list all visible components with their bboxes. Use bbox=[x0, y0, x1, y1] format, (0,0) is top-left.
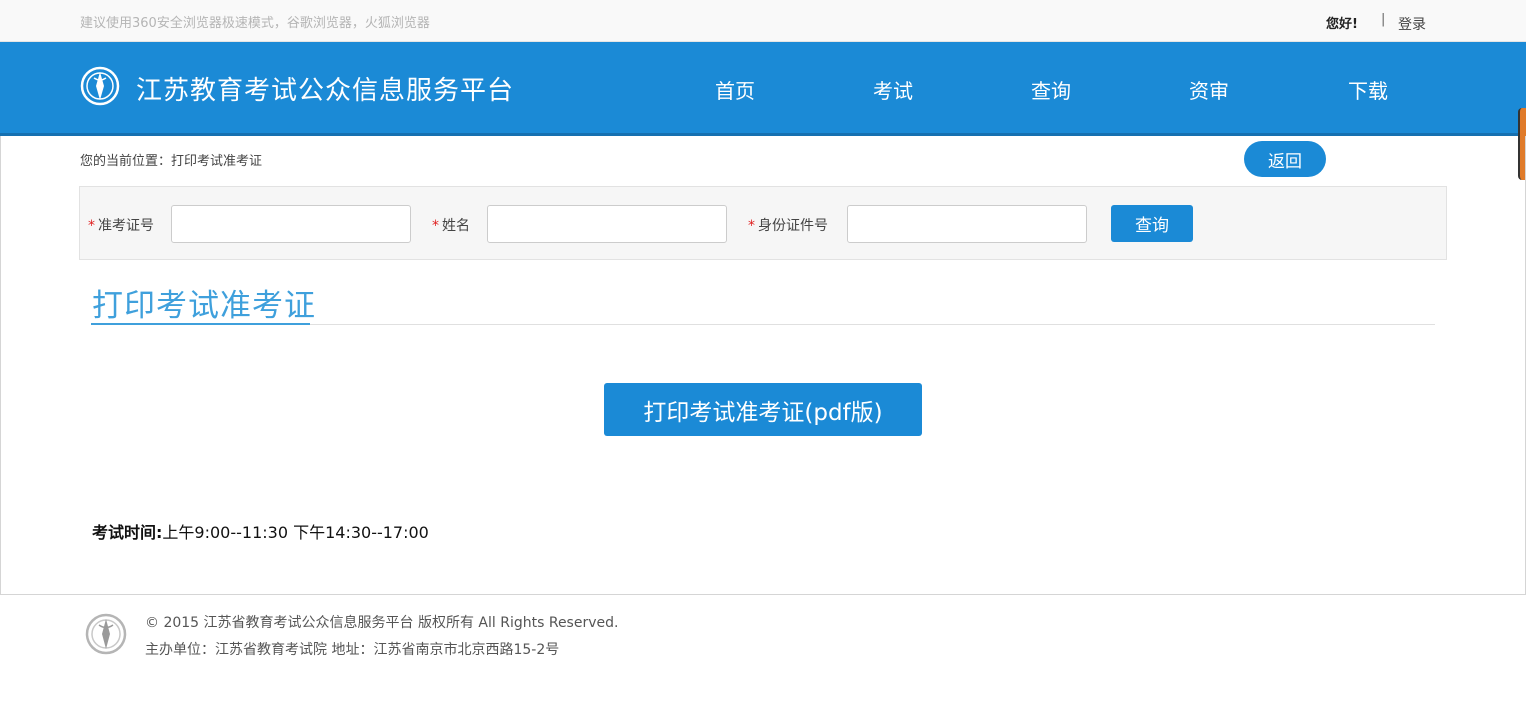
breadcrumb: 您的当前位置：打印考试准考证 bbox=[80, 154, 263, 169]
section-title-underline bbox=[91, 323, 310, 325]
nav-download[interactable]: 下载 bbox=[1348, 75, 1388, 104]
id-number-label: * 身份证件号 bbox=[748, 218, 828, 234]
site-logo-icon[interactable] bbox=[80, 66, 120, 106]
site-title[interactable]: 江苏教育考试公众信息服务平台 bbox=[136, 70, 514, 107]
required-mark: * bbox=[748, 218, 755, 234]
footer-address: 主办单位：江苏省教育考试院 地址：江苏省南京市北京西路15-2号 bbox=[145, 642, 560, 658]
side-float-tab[interactable] bbox=[1518, 108, 1526, 180]
search-form: * 准考证号 * 姓名 * 身份证件号 查询 bbox=[79, 186, 1447, 260]
required-mark: * bbox=[88, 218, 95, 234]
nav-qualification[interactable]: 资审 bbox=[1189, 75, 1229, 104]
login-link[interactable]: 登录 bbox=[1398, 14, 1426, 34]
back-button[interactable]: 返回 bbox=[1244, 141, 1326, 177]
required-mark: * bbox=[432, 218, 439, 234]
browser-notice: 建议使用360安全浏览器极速模式，谷歌浏览器，火狐浏览器 bbox=[80, 16, 430, 31]
print-admission-pdf-button[interactable]: 打印考试准考证(pdf版) bbox=[604, 383, 922, 436]
footer-logo-icon bbox=[85, 613, 127, 655]
nav-exam[interactable]: 考试 bbox=[873, 75, 913, 104]
separator: | bbox=[1381, 12, 1386, 27]
top-notice-bar: 建议使用360安全浏览器极速模式，谷歌浏览器，火狐浏览器 您好! | 登录 bbox=[0, 0, 1526, 42]
exam-time-label: 考试时间: bbox=[92, 523, 163, 542]
admission-number-input[interactable] bbox=[171, 205, 411, 243]
site-header: 江苏教育考试公众信息服务平台 首页 考试 查询 资审 下载 bbox=[0, 42, 1526, 136]
section-title: 打印考试准考证 bbox=[92, 288, 316, 324]
query-button[interactable]: 查询 bbox=[1111, 205, 1193, 242]
name-input[interactable] bbox=[487, 205, 727, 243]
admission-number-label: * 准考证号 bbox=[88, 218, 154, 234]
id-number-input[interactable] bbox=[847, 205, 1087, 243]
nav-query[interactable]: 查询 bbox=[1031, 75, 1071, 104]
exam-time: 考试时间:上午9:00--11:30 下午14:30--17:00 bbox=[92, 519, 429, 543]
name-label: * 姓名 bbox=[432, 218, 470, 234]
greeting-text: 您好! bbox=[1326, 17, 1358, 32]
nav-home[interactable]: 首页 bbox=[715, 75, 755, 104]
footer-copyright: © 2015 江苏省教育考试公众信息服务平台 版权所有 All Rights R… bbox=[145, 615, 619, 631]
exam-time-value: 上午9:00--11:30 下午14:30--17:00 bbox=[162, 523, 429, 542]
